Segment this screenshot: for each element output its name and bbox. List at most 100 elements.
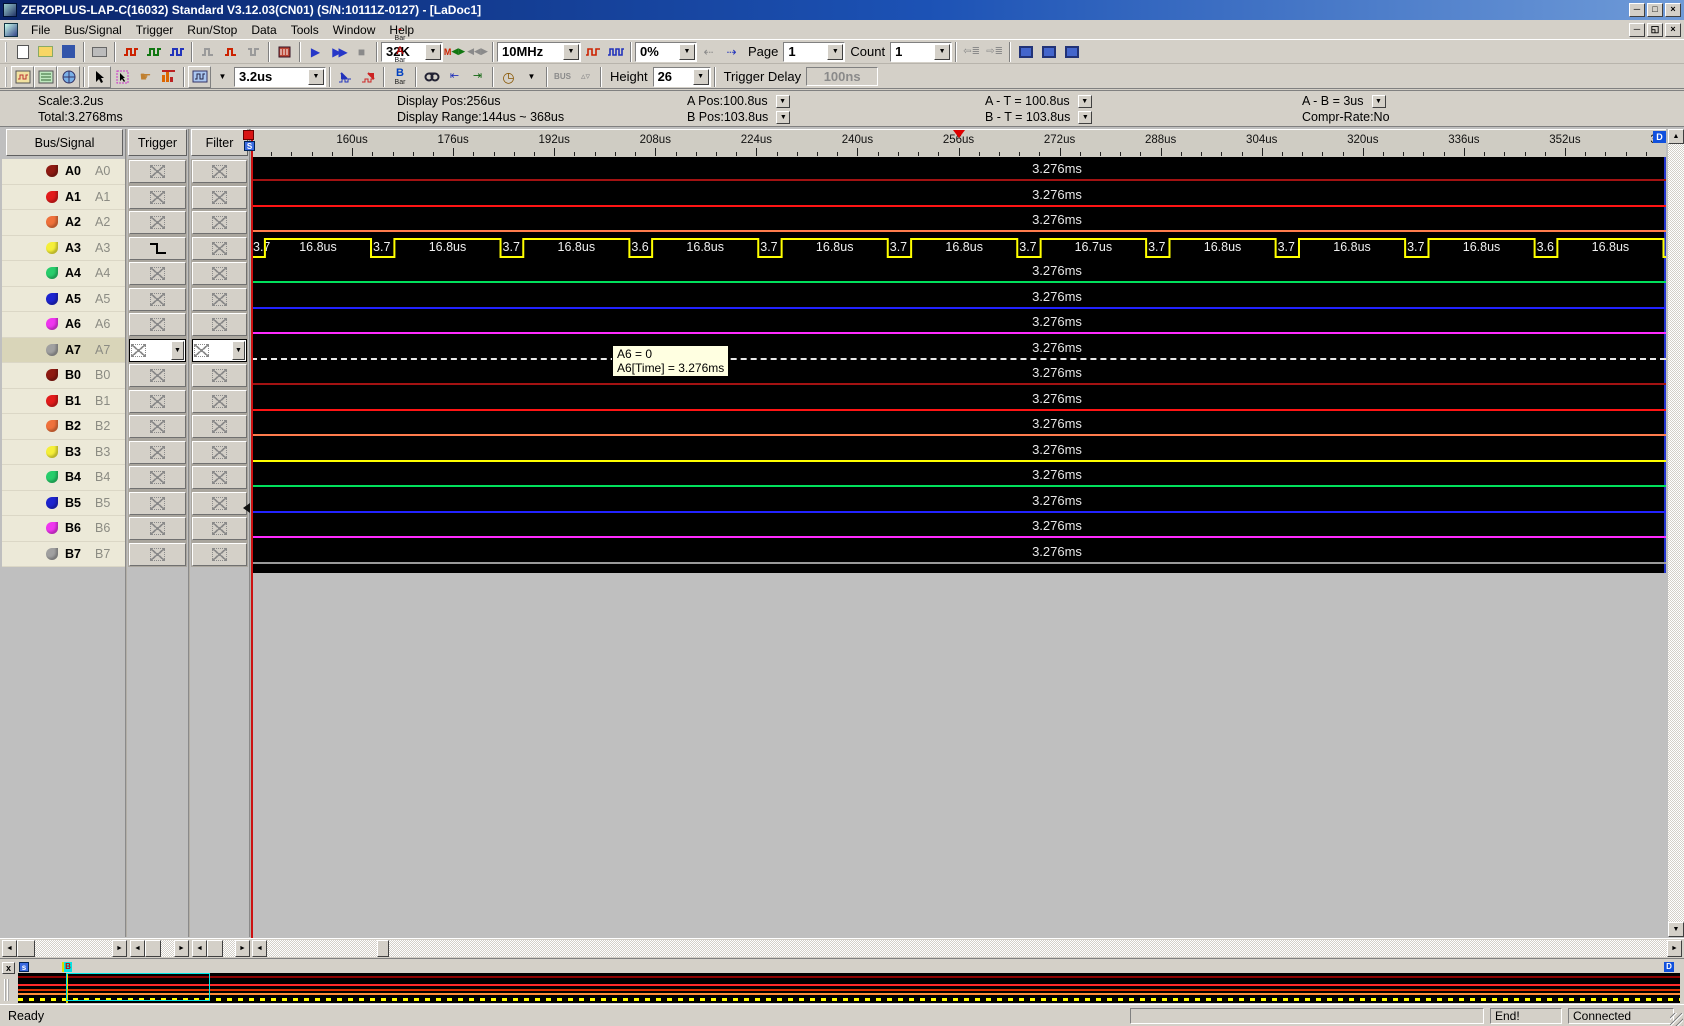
internal-clock-icon[interactable] [581, 41, 604, 63]
trigger-edge-button[interactable] [119, 41, 142, 63]
page-combo[interactable]: 1▼ [783, 42, 845, 62]
signal-row-A2[interactable]: A2A2 [2, 210, 125, 236]
scroll-thumb[interactable] [145, 940, 161, 957]
bus-signal-header[interactable]: Bus/Signal [6, 129, 123, 156]
a-bar-line[interactable] [251, 135, 253, 939]
scroll-left-button[interactable]: ◄ [2, 940, 17, 957]
a-b-dropdown[interactable]: ▼ [1372, 95, 1386, 108]
filter-header[interactable]: Filter [191, 129, 248, 156]
mdi-close-button[interactable]: × [1665, 23, 1681, 37]
trigger-cell-A3[interactable] [129, 237, 186, 260]
overview-end-flag[interactable]: D [1664, 962, 1674, 972]
filter-cell-B6[interactable] [192, 517, 247, 540]
overview-start-flag[interactable]: s [19, 962, 29, 972]
trigger-cell-B5[interactable] [129, 492, 186, 515]
device-3-button[interactable] [1060, 41, 1083, 63]
trigger-cell-B0[interactable] [129, 364, 186, 387]
save-file-button[interactable] [57, 41, 80, 63]
goto-start-button[interactable]: ⇤ [443, 66, 466, 88]
filter-cell-A1[interactable] [192, 186, 247, 209]
signal-row-B1[interactable]: B1B1 [2, 389, 125, 415]
filter-cell-A0[interactable] [192, 160, 247, 183]
overview-view-rectangle[interactable] [66, 973, 210, 1001]
scroll-thumb[interactable] [17, 940, 35, 957]
sample-rate-combo[interactable]: 10MHz▼ [497, 42, 581, 62]
time-ruler[interactable]: 160us176us192us208us224us240us256us272us… [251, 129, 1666, 157]
new-file-button[interactable] [11, 41, 34, 63]
filter-cell-B1[interactable] [192, 390, 247, 413]
run-button[interactable]: ▶ [304, 41, 327, 63]
resize-grip[interactable] [1670, 1013, 1683, 1026]
signal-row-B2[interactable]: B2B2 [2, 414, 125, 440]
signal-row-B7[interactable]: B7B7 [2, 542, 125, 568]
a-bar-flag[interactable] [243, 130, 254, 140]
waveform-scrollbar[interactable]: ◄ ► [252, 940, 1682, 957]
trigger-cell-B4[interactable] [129, 466, 186, 489]
signal-row-A5[interactable]: A5A5 [2, 287, 125, 313]
filter-cell-B3[interactable] [192, 441, 247, 464]
signal-row-A7[interactable]: A7A7 [2, 338, 125, 364]
menu-window[interactable]: Window [326, 21, 383, 39]
filter-panel-scrollbar[interactable]: ◄ ► [192, 940, 250, 957]
bar-button-minus[interactable]: -Bar [388, 22, 412, 44]
trigger-cell-A6[interactable] [129, 313, 186, 336]
scroll-right-button[interactable]: ► [1667, 940, 1682, 957]
trigger-modify-button[interactable] [142, 41, 165, 63]
signal-row-B0[interactable]: B0B0 [2, 363, 125, 389]
trigger-cell-A5[interactable] [129, 288, 186, 311]
scroll-right-button[interactable]: ► [174, 940, 189, 957]
filter-cell-B7[interactable] [192, 543, 247, 566]
filter-cell-A6[interactable] [192, 313, 247, 336]
mdi-restore-button[interactable]: ◱ [1647, 23, 1663, 37]
filter-cell-A4[interactable] [192, 262, 247, 285]
a-t-dropdown[interactable]: ▼ [1078, 95, 1092, 108]
a-pos-dropdown[interactable]: ▼ [776, 95, 790, 108]
filter-cell-A2[interactable] [192, 211, 247, 234]
print-button[interactable] [88, 41, 111, 63]
time-display-button[interactable]: ◷ [497, 66, 520, 88]
select-cursor-button[interactable] [88, 66, 111, 88]
scroll-thumb[interactable] [207, 940, 223, 957]
signal-row-A6[interactable]: A6A6 [2, 312, 125, 338]
external-clock-icon[interactable] [604, 41, 627, 63]
mdi-minimize-button[interactable]: ─ [1629, 23, 1645, 37]
trigger-position-marker-icon[interactable] [953, 130, 965, 138]
b-t-dropdown[interactable]: ▼ [1078, 111, 1092, 124]
trigger-cell-A0[interactable] [129, 160, 186, 183]
close-button[interactable]: × [1665, 3, 1681, 17]
menu-tools[interactable]: Tools [284, 21, 326, 39]
signal-row-B5[interactable]: B5B5 [2, 491, 125, 517]
waveform-mode-button[interactable] [188, 66, 211, 88]
find-button[interactable] [420, 66, 443, 88]
trigger-cell-B6[interactable] [129, 517, 186, 540]
trigger-panel-scrollbar[interactable]: ◄ ► [130, 940, 189, 957]
height-combo[interactable]: 26▼ [653, 67, 711, 87]
scroll-up-button[interactable]: ▲ [1668, 129, 1684, 144]
menu-data[interactable]: Data [244, 21, 283, 39]
count-combo[interactable]: 1▼ [890, 42, 952, 62]
scale-combo[interactable]: 3.2us▼ [234, 67, 326, 87]
filter-cell-A5[interactable] [192, 288, 247, 311]
waveform-area[interactable]: 3.276ms3.276ms3.276ms3.716.8us3.716.8us3… [251, 157, 1666, 573]
listing-view-button[interactable] [34, 66, 57, 88]
trigger-cell-B7[interactable] [129, 543, 186, 566]
multi-select-cursor-button[interactable] [111, 66, 134, 88]
trigger-position-combo[interactable]: 0%▼ [635, 42, 697, 62]
signal-row-A1[interactable]: A1A1 [2, 185, 125, 211]
hand-tool-button[interactable]: ☛ [134, 66, 157, 88]
trigger-cell-A4[interactable] [129, 262, 186, 285]
run-repeat-button[interactable]: ▶▶ [327, 41, 350, 63]
filter-cell-A7[interactable]: ▼ [192, 339, 247, 362]
signal-row-B6[interactable]: B6B6 [2, 516, 125, 542]
goto-end-button[interactable]: ⇥ [466, 66, 489, 88]
waveform-view-button[interactable] [11, 66, 34, 88]
overview-waveform[interactable] [18, 973, 1680, 1003]
signal-row-A3[interactable]: A3A3 [2, 236, 125, 262]
navigator-button[interactable] [57, 66, 80, 88]
overview-close-button[interactable]: x [2, 962, 15, 974]
scroll-right-button[interactable]: ► [112, 940, 127, 957]
trigger-cell-B1[interactable] [129, 390, 186, 413]
analyzer-setup-button[interactable] [273, 41, 296, 63]
device-1-button[interactable] [1014, 41, 1037, 63]
trigger-cell-A7[interactable]: ▼ [129, 339, 186, 362]
